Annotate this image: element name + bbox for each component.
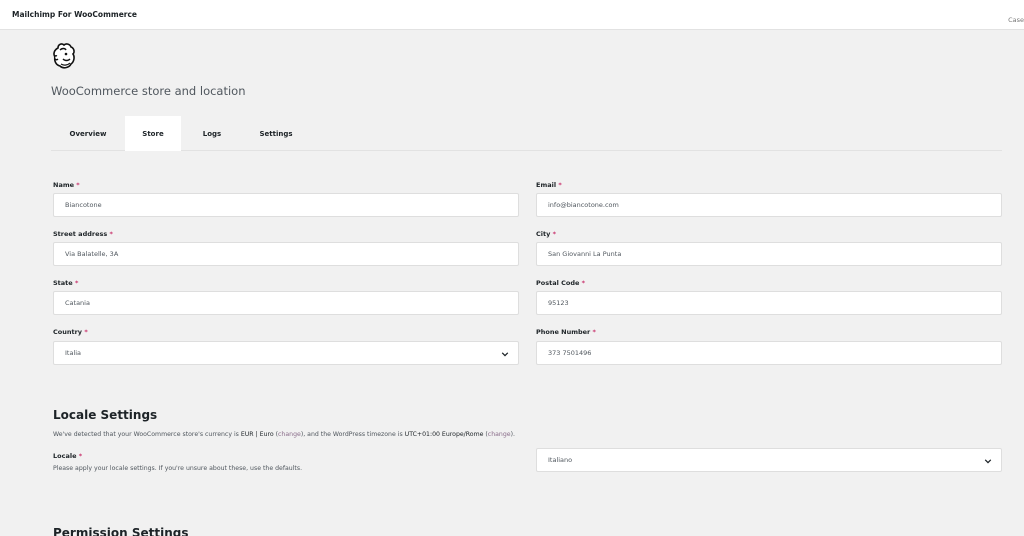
permission-settings-heading: Permission Settings — [53, 526, 189, 536]
plugin-title: Mailchimp For WooCommerce — [12, 10, 138, 19]
postal-code-label: Postal Code * — [536, 279, 586, 287]
chevron-down-icon — [501, 352, 509, 357]
locale-select-value: Italiano — [548, 456, 573, 464]
email-field[interactable]: info@biancotone.com — [536, 193, 1002, 217]
tab-settings[interactable]: Settings — [243, 116, 309, 151]
chevron-down-icon — [984, 459, 992, 464]
change-timezone-link[interactable]: change — [488, 431, 511, 438]
timezone-value: UTC+01:00 Europe/Rome — [404, 431, 484, 438]
locale-help-text: Please apply your locale settings. If yo… — [53, 465, 303, 472]
street-address-field[interactable]: Via Balatelle, 3A — [53, 242, 519, 266]
country-select[interactable]: Italia — [53, 341, 519, 365]
postal-code-field[interactable]: 95123 — [536, 291, 1002, 315]
required-mark: * — [592, 328, 596, 336]
currency-value: EUR | Euro — [240, 431, 274, 438]
tab-store[interactable]: Store — [125, 116, 181, 151]
country-select-value: Italia — [65, 349, 82, 357]
top-bar: Mailchimp For WooCommerce Case — [0, 0, 1024, 30]
email-label: Email * — [536, 181, 562, 189]
required-mark: * — [74, 279, 79, 287]
locale-select[interactable]: Italiano — [536, 448, 1002, 472]
street-address-label: Street address * — [53, 230, 113, 238]
required-mark: * — [581, 279, 586, 287]
top-bar-right-text[interactable]: Case — [1008, 16, 1024, 24]
state-label: State * — [53, 279, 79, 287]
tab-logs[interactable]: Logs — [181, 116, 243, 151]
required-mark: * — [76, 181, 80, 189]
name-label: Name * — [53, 181, 80, 189]
country-label: Country * — [53, 328, 88, 336]
locale-description: We've detected that your WooCommerce sto… — [53, 431, 515, 438]
locale-label: Locale * — [53, 452, 83, 460]
mailchimp-freddie-icon — [53, 43, 75, 69]
locale-settings-heading: Locale Settings — [53, 408, 158, 422]
state-field[interactable]: Catania — [53, 291, 519, 315]
required-mark: * — [552, 230, 557, 238]
tab-overview[interactable]: Overview — [51, 116, 125, 151]
tab-bar: Overview Store Logs Settings — [51, 116, 1002, 151]
city-field[interactable]: San Giovanni La Punta — [536, 242, 1002, 266]
phone-number-label: Phone Number * — [536, 328, 596, 336]
page-title: WooCommerce store and location — [51, 84, 246, 98]
required-mark: * — [558, 181, 562, 189]
name-field[interactable]: Biancotone — [53, 193, 519, 217]
required-mark: * — [78, 452, 83, 460]
required-mark: * — [109, 230, 113, 238]
city-label: City * — [536, 230, 557, 238]
change-currency-link[interactable]: change — [278, 431, 301, 438]
phone-number-field[interactable]: 373 7501496 — [536, 341, 1002, 365]
required-mark: * — [84, 328, 88, 336]
